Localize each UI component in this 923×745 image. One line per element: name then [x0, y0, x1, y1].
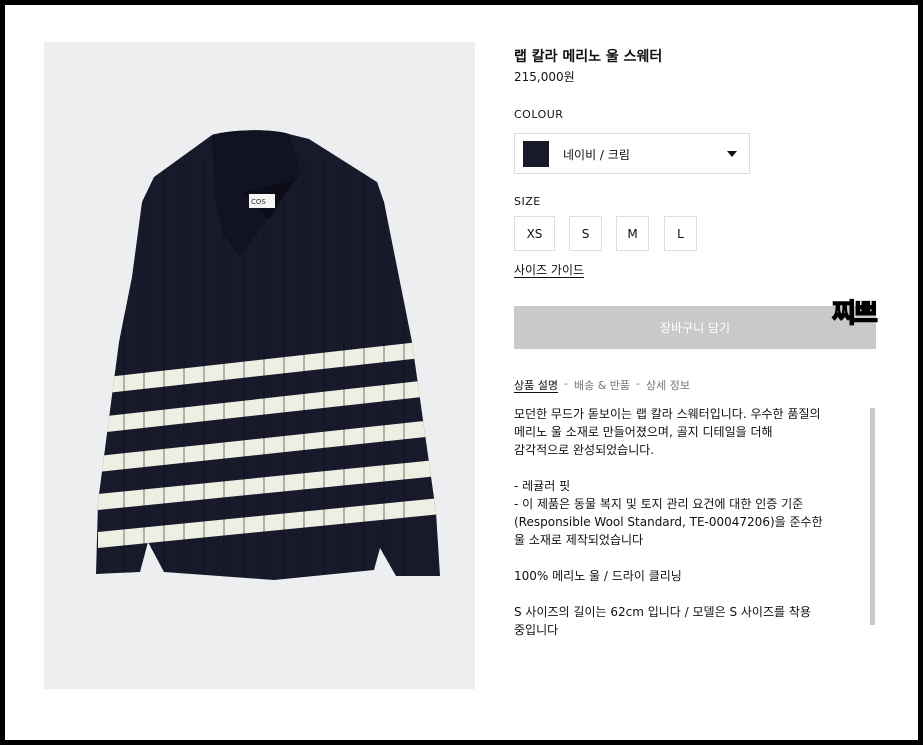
size-options: XS S M L — [514, 216, 754, 251]
page-frame: COS 랩 칼라 메리노 울 스웨터 215,000원 COLOUR 네이비 /… — [5, 5, 918, 740]
product-description: 모던한 무드가 돋보이는 랩 칼라 스웨터입니다. 우수한 품질의 메리노 울 … — [514, 407, 823, 637]
tab-separator: - — [636, 377, 641, 390]
colour-value: 네이비 / 크림 — [563, 148, 630, 162]
chevron-down-icon — [727, 151, 737, 157]
size-option-xs[interactable]: XS — [514, 216, 555, 251]
size-label: SIZE — [514, 195, 541, 208]
colour-label: COLOUR — [514, 108, 564, 121]
tab-separator: - — [563, 377, 568, 390]
size-option-m[interactable]: M — [616, 216, 649, 251]
size-option-s[interactable]: S — [569, 216, 602, 251]
size-guide-link[interactable]: 사이즈 가이드 — [514, 261, 584, 278]
sweater-illustration: COS — [96, 130, 440, 581]
product-title: 랩 칼라 메리노 울 스웨터 — [514, 49, 663, 65]
product-price: 215,000원 — [514, 70, 575, 84]
info-tabs: 상품 설명 - 배송 & 반품 - 상세 정보 — [514, 377, 690, 393]
add-to-cart-button[interactable]: 장바구니 담기 — [514, 306, 876, 349]
tab-shipping-returns[interactable]: 배송 & 반품 — [574, 377, 630, 393]
sticker-text: 찌쁘 — [831, 298, 878, 330]
colour-swatch — [523, 141, 549, 167]
description-scrollbar[interactable] — [870, 408, 875, 625]
tab-description[interactable]: 상품 설명 — [514, 377, 558, 393]
label-tag: COS — [251, 198, 266, 206]
tab-details[interactable]: 상세 정보 — [646, 377, 690, 393]
product-image[interactable]: COS — [44, 42, 475, 689]
size-option-l[interactable]: L — [664, 216, 697, 251]
colour-select[interactable]: 네이비 / 크림 — [514, 133, 750, 174]
